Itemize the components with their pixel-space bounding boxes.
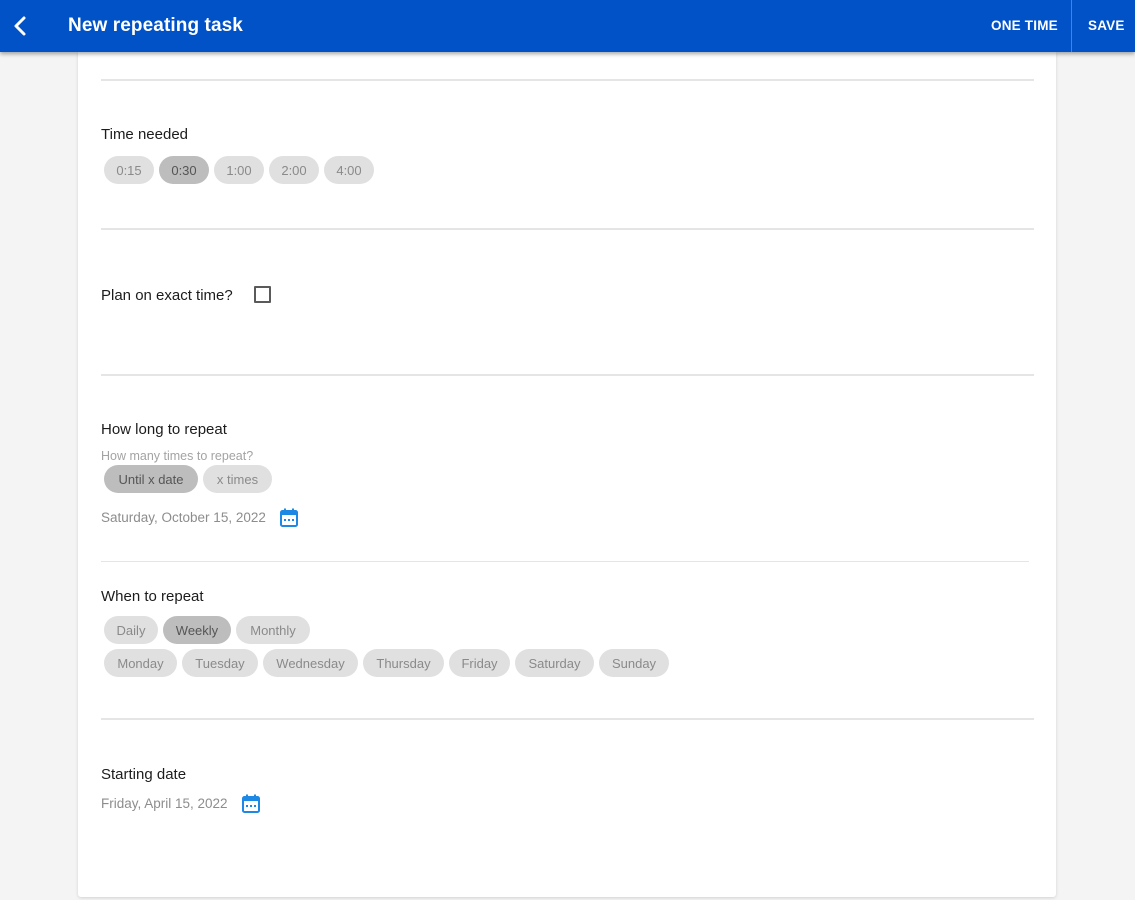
save-button[interactable]: SAVE: [1088, 18, 1125, 33]
time-option-4-00[interactable]: 4:00: [324, 156, 374, 184]
task-form-card: Time needed 0:15 0:30 1:00 2:00 4:00 Pla…: [78, 52, 1056, 897]
action-divider: [1071, 0, 1072, 52]
repeat-length-options: Until x date x times: [104, 465, 272, 493]
starting-date-label: Starting date: [101, 766, 187, 783]
one-time-button[interactable]: ONE TIME: [991, 18, 1058, 33]
time-option-1-00[interactable]: 1:00: [214, 156, 264, 184]
calendar-icon[interactable]: [240, 793, 262, 815]
divider: [101, 228, 1034, 230]
x-times-chip[interactable]: x times: [203, 465, 272, 493]
repeat-when-label: When to repeat: [101, 588, 204, 605]
day-options: Monday Tuesday Wednesday Thursday Friday…: [104, 649, 669, 677]
time-option-0-15[interactable]: 0:15: [104, 156, 154, 184]
daily-chip[interactable]: Daily: [104, 616, 158, 644]
exact-time-label: Plan on exact time?: [101, 287, 233, 304]
monthly-chip[interactable]: Monthly: [236, 616, 310, 644]
time-option-2-00[interactable]: 2:00: [269, 156, 319, 184]
start-date-text[interactable]: Friday, April 15, 2022: [101, 796, 228, 811]
repeat-length-helper: How many times to repeat?: [101, 449, 254, 463]
arrow-back-icon: [14, 16, 26, 36]
divider: [101, 718, 1034, 720]
time-option-0-30[interactable]: 0:30: [159, 156, 209, 184]
time-needed-label: Time needed: [101, 126, 188, 143]
app-bar: New repeating task ONE TIME SAVE: [0, 0, 1135, 52]
calendar-icon[interactable]: [278, 507, 300, 529]
divider: [101, 374, 1034, 376]
day-chip-wednesday[interactable]: Wednesday: [263, 649, 358, 677]
exact-time-checkbox[interactable]: [254, 286, 271, 303]
end-date-text[interactable]: Saturday, October 15, 2022: [101, 510, 266, 525]
divider: [101, 561, 1029, 562]
frequency-options: Daily Weekly Monthly: [104, 616, 310, 644]
page-title: New repeating task: [68, 15, 243, 36]
until-date-chip[interactable]: Until x date: [104, 465, 198, 493]
day-chip-monday[interactable]: Monday: [104, 649, 177, 677]
divider: [101, 79, 1034, 81]
repeat-length-label: How long to repeat: [101, 421, 227, 438]
time-needed-options: 0:15 0:30 1:00 2:00 4:00: [104, 156, 374, 184]
weekly-chip[interactable]: Weekly: [163, 616, 231, 644]
day-chip-thursday[interactable]: Thursday: [363, 649, 444, 677]
back-button[interactable]: [8, 10, 32, 42]
day-chip-saturday[interactable]: Saturday: [515, 649, 594, 677]
day-chip-tuesday[interactable]: Tuesday: [182, 649, 258, 677]
day-chip-friday[interactable]: Friday: [449, 649, 510, 677]
day-chip-sunday[interactable]: Sunday: [599, 649, 669, 677]
